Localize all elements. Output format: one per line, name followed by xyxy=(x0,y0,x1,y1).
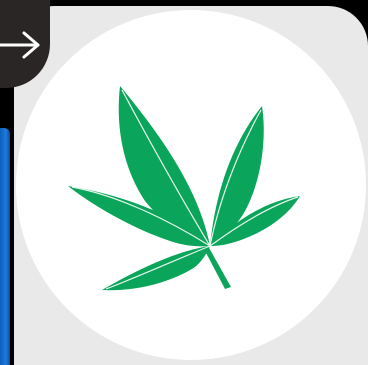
leaf-icon xyxy=(68,86,300,291)
right-arrow-icon xyxy=(0,31,40,59)
side-accent-strip xyxy=(0,128,10,365)
app-frame xyxy=(0,0,368,365)
